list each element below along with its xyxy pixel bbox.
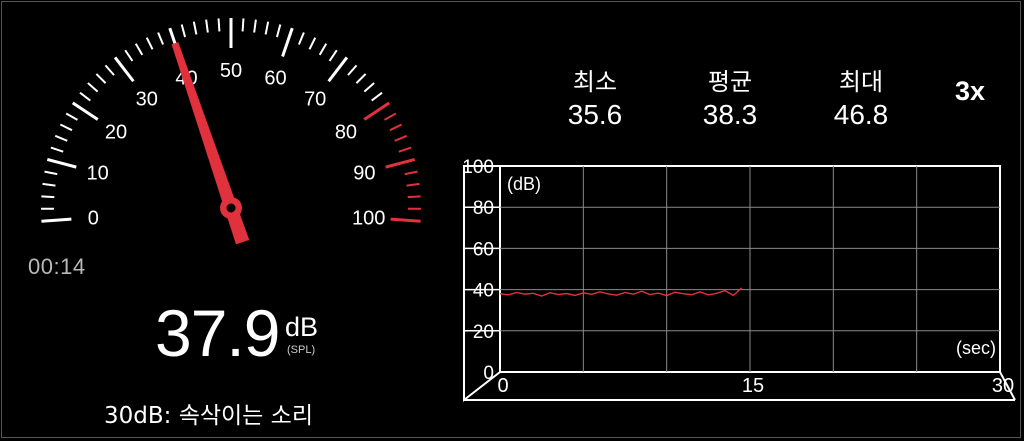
x-tick-label: 30	[992, 375, 1014, 397]
y-tick-label: 20	[473, 322, 494, 343]
x-tick-label: 0	[497, 375, 508, 397]
y-tick-label: 0	[483, 363, 494, 384]
y-tick-label: 40	[473, 281, 494, 302]
y-tick-label: 60	[473, 239, 494, 260]
decibel-history-chart: 0 20 40 60 80 100 0 15 30 (dB) (sec)	[462, 157, 1016, 403]
y-unit-label: (dB)	[507, 174, 541, 194]
y-tick-label: 100	[462, 157, 494, 178]
y-tick-label: 80	[473, 198, 494, 219]
x-tick-label: 15	[742, 375, 764, 397]
x-unit-label: (sec)	[956, 338, 996, 358]
